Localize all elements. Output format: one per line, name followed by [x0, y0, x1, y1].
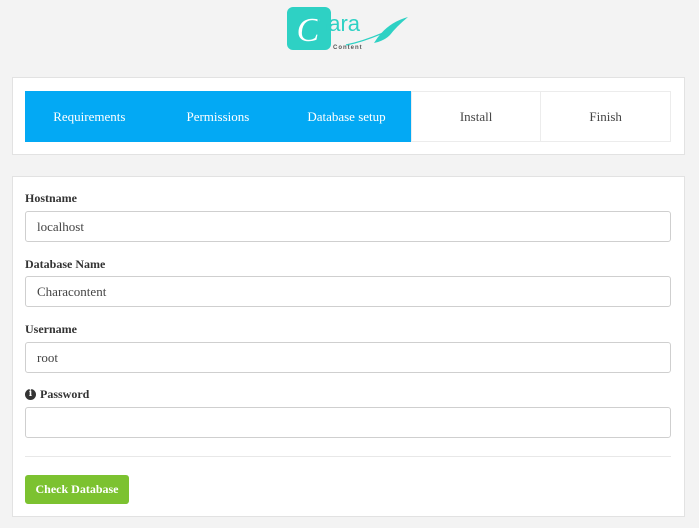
hostname-input[interactable] [25, 211, 671, 242]
logo-subtitle: Content [333, 45, 363, 51]
username-input[interactable] [25, 342, 671, 373]
info-icon[interactable]: i [25, 389, 36, 400]
step-permissions[interactable]: Permissions [153, 91, 283, 142]
step-install[interactable]: Install [410, 91, 542, 142]
steps-card: Requirements Permissions Database setup … [12, 77, 685, 155]
form-divider [25, 456, 671, 457]
step-requirements[interactable]: Requirements [25, 91, 154, 142]
database-name-label: Database Name [25, 257, 106, 271]
password-input[interactable] [25, 407, 671, 438]
logo: C hara Content [286, 5, 412, 55]
database-form: Hostname Database Name Username i Passwo… [12, 176, 685, 517]
step-database-setup[interactable]: Database setup [282, 91, 411, 142]
hostname-label: Hostname [25, 191, 77, 205]
step-finish[interactable]: Finish [541, 91, 671, 142]
check-database-button[interactable]: Check Database [25, 475, 129, 504]
password-label: Password [40, 387, 90, 401]
logo-text: hara [316, 11, 361, 36]
database-name-input[interactable] [25, 276, 671, 307]
installer-steps: Requirements Permissions Database setup … [25, 91, 671, 142]
username-label: Username [25, 322, 77, 336]
password-label-row: i Password [25, 387, 89, 402]
